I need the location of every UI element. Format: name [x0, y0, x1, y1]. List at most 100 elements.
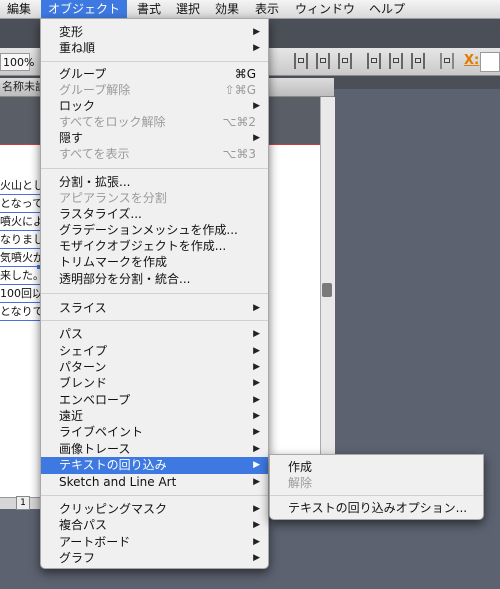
- submenu-item-make[interactable]: 作成: [270, 459, 483, 475]
- menu-item-text-wrap[interactable]: テキストの回り込み ▶: [41, 457, 268, 474]
- menu-item-label: 分割・拡張...: [59, 175, 131, 189]
- submenu-arrow-icon: ▶: [253, 303, 260, 313]
- submenu-arrow-icon: ▶: [253, 378, 260, 388]
- shortcut-label: ⇧⌘G: [224, 83, 256, 97]
- menu-item-flatten-transparency[interactable]: 透明部分を分割・統合...: [41, 271, 268, 287]
- submenu-arrow-icon: ▶: [253, 520, 260, 530]
- submenu-arrow-icon: ▶: [253, 346, 260, 356]
- text-line: なりまし: [0, 231, 42, 249]
- menu-item-expand[interactable]: 分割・拡張...: [41, 174, 268, 190]
- reference-point-icon[interactable]: [440, 53, 454, 69]
- menu-item-slice[interactable]: スライス ▶: [41, 300, 268, 316]
- menu-item-label: エンベロープ: [59, 393, 131, 407]
- menu-view[interactable]: 表示: [255, 0, 279, 18]
- menu-item-unlock-all[interactable]: すべてをロック解除 ⌥⌘2: [41, 114, 268, 130]
- align-center-icon[interactable]: [316, 53, 330, 69]
- menu-item-label: 画像トレース: [59, 442, 131, 456]
- menu-item-label: 作成: [288, 460, 313, 474]
- menu-item-mosaic[interactable]: モザイクオブジェクトを作成...: [41, 238, 268, 254]
- text-wrap-submenu: 作成 解除 テキストの回り込みオプション...: [269, 454, 484, 520]
- menu-item-shape[interactable]: シェイプ ▶: [41, 343, 268, 359]
- menu-item-label: グループ解除: [59, 83, 131, 97]
- menu-item-ungroup[interactable]: グループ解除 ⇧⌘G: [41, 82, 268, 98]
- submenu-arrow-icon: ▶: [253, 101, 260, 111]
- shortcut-label: ⌥⌘3: [222, 147, 256, 161]
- menu-item-label: 遠近: [59, 409, 84, 423]
- menu-item-label: 複合パス: [59, 518, 108, 532]
- submenu-item-release[interactable]: 解除: [270, 475, 483, 491]
- menu-item-blend[interactable]: ブレンド ▶: [41, 375, 268, 391]
- menu-item-transform[interactable]: 変形 ▶: [41, 24, 268, 40]
- menu-help[interactable]: ヘルプ: [369, 0, 405, 18]
- menu-item-path[interactable]: パス ▶: [41, 326, 268, 342]
- menu-item-group[interactable]: グループ ⌘G: [41, 66, 268, 82]
- shortcut-label: ⌘G: [234, 67, 256, 81]
- menu-item-expand-appearance[interactable]: アピアランスを分割: [41, 190, 268, 206]
- x-coordinate-field[interactable]: [480, 52, 500, 72]
- menu-effect[interactable]: 効果: [215, 0, 239, 18]
- vertical-scrollbar[interactable]: [320, 97, 335, 508]
- menu-separator: [41, 61, 268, 62]
- text-line: となりて: [0, 303, 42, 321]
- menu-item-graph[interactable]: グラフ ▶: [41, 550, 268, 566]
- menu-object[interactable]: オブジェクト: [41, 0, 128, 18]
- menu-item-label: すべてを表示: [59, 147, 130, 161]
- align-middle-icon[interactable]: [389, 53, 403, 69]
- align-top-icon[interactable]: [367, 53, 381, 69]
- menu-item-label: パターン: [59, 360, 107, 374]
- submenu-arrow-icon: ▶: [253, 27, 260, 37]
- align-left-icon[interactable]: [294, 53, 308, 69]
- menu-item-trim-marks[interactable]: トリムマークを作成: [41, 254, 268, 270]
- submenu-arrow-icon: ▶: [253, 329, 260, 339]
- menu-type[interactable]: 書式: [137, 0, 161, 18]
- menu-item-rasterize[interactable]: ラスタライズ...: [41, 206, 268, 222]
- submenu-arrow-icon: ▶: [253, 460, 260, 470]
- menu-window[interactable]: ウィンドウ: [295, 0, 355, 18]
- menu-item-gradient-mesh[interactable]: グラデーションメッシュを作成...: [41, 222, 268, 238]
- menu-item-label: パス: [59, 327, 84, 341]
- align-right-icon[interactable]: [338, 53, 352, 69]
- menu-item-perspective[interactable]: 遠近 ▶: [41, 408, 268, 424]
- menu-select[interactable]: 選択: [176, 0, 200, 18]
- menu-item-arrange[interactable]: 重ね順 ▶: [41, 40, 268, 56]
- submenu-arrow-icon: ▶: [253, 427, 260, 437]
- vertical-scroll-thumb[interactable]: [322, 283, 332, 297]
- submenu-item-text-wrap-options[interactable]: テキストの回り込みオプション...: [270, 500, 483, 516]
- submenu-arrow-icon: ▶: [253, 411, 260, 421]
- submenu-arrow-icon: ▶: [253, 362, 260, 372]
- submenu-arrow-icon: ▶: [253, 43, 260, 53]
- menu-separator: [41, 495, 268, 496]
- menu-item-label: Sketch and Line Art: [59, 475, 177, 489]
- menu-item-lock[interactable]: ロック ▶: [41, 98, 268, 114]
- menu-item-clipping-mask[interactable]: クリッピングマスク ▶: [41, 501, 268, 517]
- menu-item-image-trace[interactable]: 画像トレース ▶: [41, 441, 268, 457]
- submenu-arrow-icon: ▶: [253, 537, 260, 547]
- menu-edit[interactable]: 編集: [7, 0, 31, 18]
- text-line: 気噴火が: [0, 249, 42, 267]
- x-coordinate-label[interactable]: X:: [464, 53, 479, 68]
- zoom-field[interactable]: 100%: [0, 53, 34, 71]
- menu-item-show-all[interactable]: すべてを表示 ⌥⌘3: [41, 146, 268, 162]
- menu-bar: 編集 オブジェクト 書式 選択 効果 表示 ウィンドウ ヘルプ: [0, 0, 500, 19]
- object-menu: 変形 ▶ 重ね順 ▶ グループ ⌘G グループ解除 ⇧⌘G ロック ▶ すべてをロック解除…: [40, 18, 269, 569]
- menu-item-label: ラスタライズ...: [59, 207, 142, 221]
- menu-item-pattern[interactable]: パターン ▶: [41, 359, 268, 375]
- text-line: となって: [0, 195, 42, 213]
- align-bottom-icon[interactable]: [411, 53, 425, 69]
- menu-item-compound-path[interactable]: 複合パス ▶: [41, 517, 268, 533]
- menu-item-label: 隠す: [59, 131, 84, 145]
- menu-item-envelope[interactable]: エンベロープ ▶: [41, 392, 268, 408]
- text-line: 100回以上: [0, 285, 42, 303]
- submenu-arrow-icon: ▶: [253, 444, 260, 454]
- menu-item-sketch-line-art[interactable]: Sketch and Line Art ▶: [41, 474, 268, 490]
- menu-item-label: トリムマークを作成: [59, 255, 168, 269]
- menu-item-artboards[interactable]: アートボード ▶: [41, 534, 268, 550]
- menu-item-label: グループ: [59, 67, 107, 81]
- text-line: 噴火によ: [0, 213, 42, 231]
- menu-item-live-paint[interactable]: ライブペイント ▶: [41, 424, 268, 440]
- menu-item-label: 重ね順: [59, 41, 96, 55]
- submenu-arrow-icon: ▶: [253, 133, 260, 143]
- menu-item-hide[interactable]: 隠す ▶: [41, 130, 268, 146]
- menu-item-label: ブレンド: [59, 376, 108, 390]
- page-number[interactable]: 1: [16, 496, 30, 510]
